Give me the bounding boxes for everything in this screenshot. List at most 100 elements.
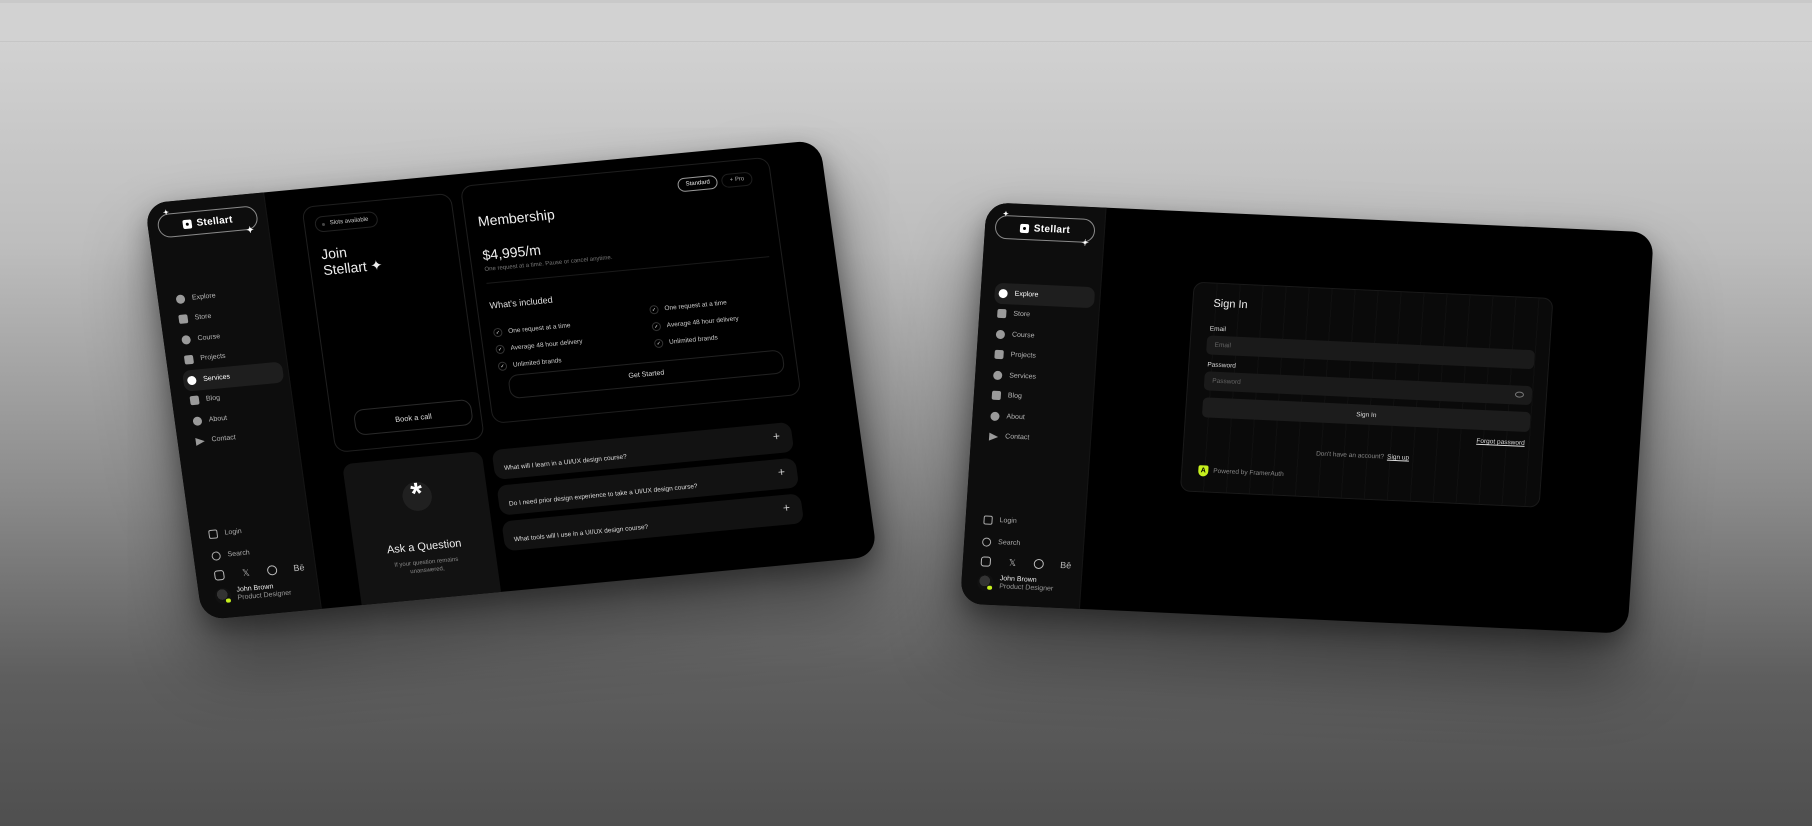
no-account-prompt: Don't have an account? Sign up bbox=[1184, 444, 1542, 467]
brand-logo[interactable]: ✦ Stellart ✦ bbox=[994, 211, 1096, 248]
user-role: Product Designer bbox=[998, 583, 1054, 593]
brand-name: Stellart bbox=[1033, 222, 1071, 236]
faq-question: What tools will I use in a UI/UX design … bbox=[513, 523, 649, 544]
login-label: Login bbox=[999, 516, 1017, 525]
bag-icon bbox=[997, 309, 1007, 319]
email-label: Email bbox=[1209, 325, 1227, 334]
avatar bbox=[976, 574, 994, 591]
membership-title: Membership bbox=[476, 206, 556, 230]
password-label: Password bbox=[1207, 361, 1237, 370]
sign-in-card: Sign In Email Email Password Password Si… bbox=[1179, 281, 1554, 508]
password-placeholder: Password bbox=[1212, 377, 1242, 386]
user-icon bbox=[192, 416, 203, 426]
email-placeholder: Email bbox=[1214, 341, 1232, 350]
sidebar-item-label: Services bbox=[202, 373, 231, 383]
brand-logo[interactable]: ✦ Stellart ✦ bbox=[156, 205, 260, 239]
sidebar-bottom: Login Search 𝕏 Bē John Brown Product Des… bbox=[203, 514, 314, 609]
sidebar-nav: Explore Store Course Projects Services B… bbox=[171, 280, 293, 452]
email-field[interactable]: Email bbox=[1206, 335, 1535, 370]
plus-icon[interactable]: + bbox=[782, 500, 791, 515]
sidebar-item-label: Contact bbox=[211, 434, 237, 444]
behance-icon[interactable]: Bē bbox=[1060, 560, 1072, 570]
sidebar-bottom: Login Search 𝕏 Bē John Brown Product Des… bbox=[975, 508, 1081, 598]
feature-label: Average 48 hour delivery bbox=[666, 315, 740, 330]
check-icon: ✓ bbox=[492, 327, 503, 338]
plus-icon[interactable]: + bbox=[772, 429, 781, 444]
instagram-icon[interactable] bbox=[213, 569, 226, 581]
faq-question: Do I need prior design experience to tak… bbox=[508, 482, 699, 508]
sign-in-title: Sign In bbox=[1212, 297, 1249, 312]
sparkle-icon: ✦ bbox=[162, 209, 170, 217]
user-icon bbox=[990, 411, 1000, 421]
top-band bbox=[0, 0, 1812, 42]
powered-by-label: Powered by FramerAuth bbox=[1213, 467, 1284, 478]
plan-tab-standard[interactable]: Standard bbox=[676, 174, 719, 193]
avatar bbox=[214, 587, 233, 605]
membership-card: Membership Standard + Pro $4,995/m One r… bbox=[459, 156, 802, 424]
book-call-button[interactable]: Book a call bbox=[352, 398, 474, 436]
sidebar-item-label: About bbox=[208, 414, 228, 424]
sidebar-item-label: Explore bbox=[191, 292, 217, 302]
behance-icon[interactable]: Bē bbox=[293, 562, 305, 573]
login-label: Login bbox=[224, 527, 243, 537]
sidebar-item-label: Course bbox=[197, 332, 221, 343]
price: $4,995/m bbox=[481, 241, 542, 264]
document-icon bbox=[991, 390, 1002, 401]
document-icon bbox=[189, 395, 200, 406]
eye-icon[interactable] bbox=[1514, 391, 1525, 398]
graduation-cap-icon bbox=[995, 329, 1006, 339]
search-icon bbox=[211, 550, 222, 561]
slots-badge: Slots available bbox=[313, 210, 379, 233]
sign-in-page-mockup: ✦ Stellart ✦ Explore Store Course Projec… bbox=[960, 202, 1654, 634]
sidebar-item-label: Store bbox=[1013, 310, 1031, 319]
check-icon: ✓ bbox=[648, 304, 660, 315]
plus-icon[interactable]: + bbox=[777, 465, 786, 480]
check-icon: ✓ bbox=[653, 338, 664, 349]
sidebar: ✦ Stellart ✦ Explore Store Course Projec… bbox=[144, 192, 322, 621]
feature-label: One request at a time bbox=[664, 299, 728, 313]
dribbble-icon[interactable] bbox=[266, 564, 279, 576]
logo-mark-icon bbox=[1019, 223, 1030, 233]
sidebar-item-label: About bbox=[1006, 413, 1026, 421]
logo-mark-icon bbox=[181, 218, 193, 229]
ask-question-card[interactable]: * Ask a Question If your question remain… bbox=[342, 451, 504, 621]
compass-icon bbox=[175, 294, 186, 304]
bag-icon bbox=[178, 314, 189, 325]
search-label: Search bbox=[997, 538, 1021, 547]
dribbble-icon[interactable] bbox=[1033, 558, 1045, 570]
plan-toggle: Standard + Pro bbox=[676, 171, 754, 193]
sparkle-icon: ✦ bbox=[245, 224, 255, 236]
sidebar-item-label: Services bbox=[1008, 372, 1037, 381]
check-icon: ✓ bbox=[495, 344, 506, 355]
sidebar-item-label: Store bbox=[194, 313, 212, 322]
send-icon bbox=[988, 432, 999, 441]
user-profile[interactable]: John Brown Product Designer bbox=[975, 570, 1076, 598]
x-icon[interactable]: 𝕏 bbox=[1007, 557, 1018, 568]
sidebar-item-contact[interactable]: Contact bbox=[984, 426, 1085, 451]
x-icon[interactable]: 𝕏 bbox=[240, 567, 251, 578]
forgot-password-link[interactable]: Forgot password bbox=[1476, 438, 1525, 447]
check-icon: ✓ bbox=[651, 321, 662, 332]
features-column-2: ✓ One request at a time ✓ Average 48 hour … bbox=[648, 289, 794, 353]
join-title: Join Stellart ✦ bbox=[320, 241, 383, 278]
sidebar-item-label: Contact bbox=[1004, 433, 1030, 442]
powered-by: A Powered by FramerAuth bbox=[1197, 465, 1284, 480]
feature-label: Unlimited brands bbox=[668, 334, 719, 346]
login-icon bbox=[208, 528, 219, 539]
sidebar-item-label: Blog bbox=[1007, 392, 1023, 401]
included-title: What's included bbox=[488, 294, 554, 311]
instagram-icon[interactable] bbox=[980, 556, 992, 567]
sidebar-item-label: Blog bbox=[205, 394, 221, 404]
asterisk-icon: * bbox=[397, 477, 437, 515]
edit-icon bbox=[994, 350, 1004, 360]
plus-circle-icon bbox=[186, 375, 197, 386]
plan-tab-pro[interactable]: + Pro bbox=[720, 171, 754, 189]
sidebar: ✦ Stellart ✦ Explore Store Course Projec… bbox=[960, 202, 1107, 609]
login-icon bbox=[983, 514, 993, 525]
edit-icon bbox=[183, 355, 195, 365]
sidebar-nav: Explore Store Course Projects Services B… bbox=[984, 282, 1096, 451]
divider bbox=[486, 256, 770, 284]
search-icon bbox=[981, 536, 992, 547]
search-label: Search bbox=[227, 548, 251, 558]
sign-up-link[interactable]: Sign up bbox=[1387, 454, 1409, 462]
